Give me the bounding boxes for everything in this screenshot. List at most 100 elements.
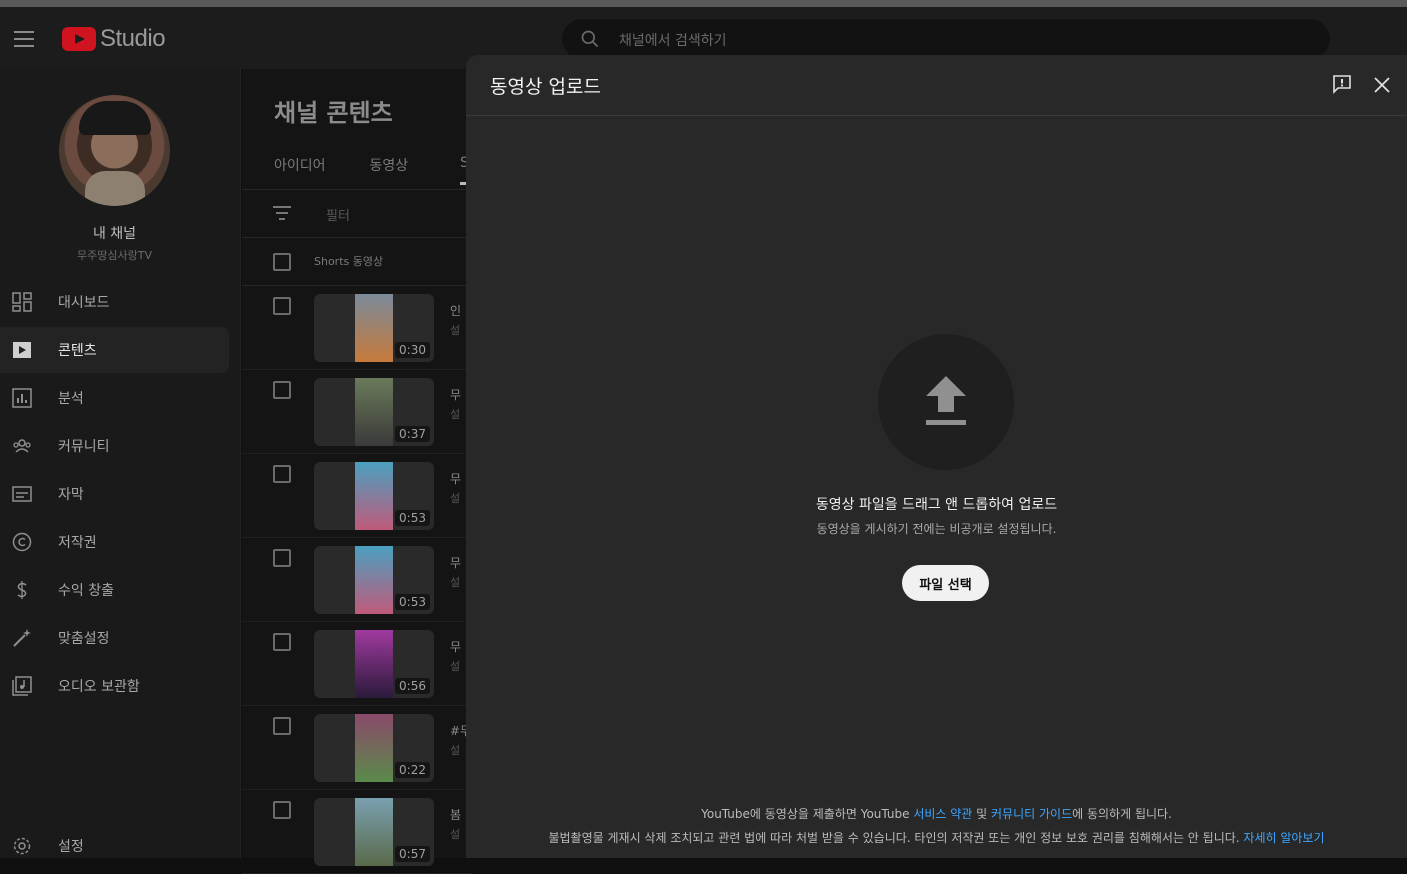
sidebar-item-label: 자막	[58, 487, 84, 503]
search-input[interactable]: 채널에서 검색하기	[619, 30, 727, 50]
video-title[interactable]: 무	[450, 386, 461, 403]
privacy-note: 동영상을 게시하기 전에는 비공개로 설정됩니다.	[816, 522, 1057, 536]
terms-text-a: YouTube에 동영상을 제출하면 YouTube	[701, 807, 914, 821]
row-checkbox[interactable]	[273, 549, 291, 567]
thumbnail-image	[355, 378, 393, 446]
video-thumbnail[interactable]: 0:56	[314, 630, 434, 698]
feedback-icon[interactable]	[1332, 74, 1352, 94]
row-checkbox[interactable]	[273, 465, 291, 483]
divider	[242, 189, 472, 190]
avatar[interactable]	[59, 95, 170, 206]
table-row[interactable]: 0:30 인 설	[242, 286, 472, 370]
sidebar-item-community[interactable]: 커뮤니티	[0, 423, 229, 469]
terms-of-service-link[interactable]: 서비스 약관	[913, 807, 972, 821]
thumbnail-image	[355, 546, 393, 614]
sidebar-item-dashboard[interactable]: 대시보드	[0, 279, 229, 325]
thumbnail-image	[355, 714, 393, 782]
terms-notice: YouTube에 동영상을 제출하면 YouTube 서비스 약관 및 커뮤니티…	[466, 805, 1407, 822]
filter-input[interactable]: 필터	[326, 205, 350, 224]
table-row[interactable]: 0:53 무 설	[242, 454, 472, 538]
table-row[interactable]: 0:37 무 설	[242, 370, 472, 454]
divider	[242, 237, 472, 238]
row-checkbox[interactable]	[273, 297, 291, 315]
window-top-strip	[0, 0, 1407, 7]
studio-logo[interactable]: Studio	[62, 25, 166, 53]
thumbnail-image	[355, 798, 393, 866]
video-duration: 0:56	[395, 678, 430, 694]
learn-more-link[interactable]: 자세히 알아보기	[1243, 831, 1324, 845]
search-bar[interactable]: 채널에서 검색하기	[562, 19, 1330, 59]
video-duration: 0:57	[395, 846, 430, 862]
sidebar-item-label: 대시보드	[58, 295, 110, 311]
video-duration: 0:22	[395, 762, 430, 778]
sidebar-item-audio-library[interactable]: 오디오 보관함	[0, 663, 229, 709]
sidebar-item-label: 오디오 보관함	[58, 679, 140, 695]
row-checkbox[interactable]	[273, 717, 291, 735]
table-row[interactable]: 0:53 무 설	[242, 538, 472, 622]
table-row[interactable]: 0:57 봄 설	[242, 790, 472, 874]
hamburger-menu-icon[interactable]	[14, 31, 34, 47]
video-thumbnail[interactable]: 0:53	[314, 462, 434, 530]
video-description: 설	[450, 408, 461, 421]
filter-icon[interactable]	[273, 206, 291, 220]
sidebar: 내 채널 무주땅심사랑TV 대시보드 콘텐츠 분석 커뮤니티 자막 저작권 수익…	[0, 69, 241, 858]
select-file-button[interactable]: 파일 선택	[902, 565, 989, 601]
select-all-checkbox[interactable]	[273, 253, 291, 271]
video-thumbnail[interactable]: 0:37	[314, 378, 434, 446]
sidebar-item-customization[interactable]: 맞춤설정	[0, 615, 229, 661]
close-icon[interactable]	[1372, 75, 1392, 95]
upload-drop-zone[interactable]	[878, 334, 1014, 470]
video-thumbnail[interactable]: 0:53	[314, 546, 434, 614]
video-duration: 0:30	[395, 342, 430, 358]
sidebar-item-content[interactable]: 콘텐츠	[0, 327, 229, 373]
analytics-icon	[12, 388, 32, 408]
video-duration: 0:37	[395, 426, 430, 442]
sidebar-item-copyright[interactable]: 저작권	[0, 519, 229, 565]
video-thumbnail[interactable]: 0:22	[314, 714, 434, 782]
video-description: 설	[450, 324, 461, 337]
video-description: 설	[450, 576, 461, 589]
dialog-title: 동영상 업로드	[490, 76, 601, 98]
video-duration: 0:53	[395, 594, 430, 610]
video-description: 설	[450, 660, 461, 673]
video-title[interactable]: 봄	[450, 806, 461, 823]
page-title: 채널 콘텐츠	[274, 99, 393, 127]
row-checkbox[interactable]	[273, 801, 291, 819]
thumbnail-image	[355, 630, 393, 698]
sidebar-item-label: 맞춤설정	[58, 631, 110, 647]
video-title[interactable]: 무	[450, 470, 461, 487]
sidebar-item-label: 분석	[58, 391, 84, 407]
sidebar-item-label: 수익 창출	[58, 583, 114, 599]
tab-ideas[interactable]: 아이디어	[274, 155, 326, 175]
divider	[466, 115, 1407, 116]
video-description: 설	[450, 744, 461, 757]
table-row[interactable]: 0:56 무 설	[242, 622, 472, 706]
tab-videos[interactable]: 동영상	[370, 155, 409, 175]
table-row[interactable]: 0:22 #무 설	[242, 706, 472, 790]
video-thumbnail[interactable]: 0:57	[314, 798, 434, 866]
community-icon	[12, 436, 32, 456]
logo-text: Studio	[100, 25, 166, 52]
community-guidelines-link[interactable]: 커뮤니티 가이드	[991, 807, 1072, 821]
video-duration: 0:53	[395, 510, 430, 526]
row-checkbox[interactable]	[273, 633, 291, 651]
terms-text-b: 및	[972, 807, 992, 821]
sidebar-item-label: 저작권	[58, 535, 97, 551]
video-title[interactable]: 무	[450, 638, 461, 655]
video-title[interactable]: 무	[450, 554, 461, 571]
column-header-shorts: Shorts 동영상	[314, 255, 384, 268]
sidebar-item-monetization[interactable]: 수익 창출	[0, 567, 229, 613]
channel-name[interactable]: 내 채널	[0, 223, 229, 243]
thumbnail-image	[355, 294, 393, 362]
sidebar-item-analytics[interactable]: 분석	[0, 375, 229, 421]
video-title[interactable]: 인	[450, 302, 461, 319]
sidebar-item-subtitles[interactable]: 자막	[0, 471, 229, 517]
video-description: 설	[450, 828, 461, 841]
settings-gear-icon[interactable]	[12, 836, 32, 856]
subtitles-icon	[12, 484, 32, 504]
video-thumbnail[interactable]: 0:30	[314, 294, 434, 362]
legal-notice: 불법촬영물 게재시 삭제 조치되고 관련 법에 따라 처벌 받을 수 있습니다.…	[466, 829, 1407, 846]
channel-content-panel: 채널 콘텐츠 아이디어 동영상 S 필터 Shorts 동영상 0:30 인 설 0:…	[242, 69, 472, 874]
sidebar-item-settings[interactable]: 설정	[58, 836, 84, 856]
row-checkbox[interactable]	[273, 381, 291, 399]
